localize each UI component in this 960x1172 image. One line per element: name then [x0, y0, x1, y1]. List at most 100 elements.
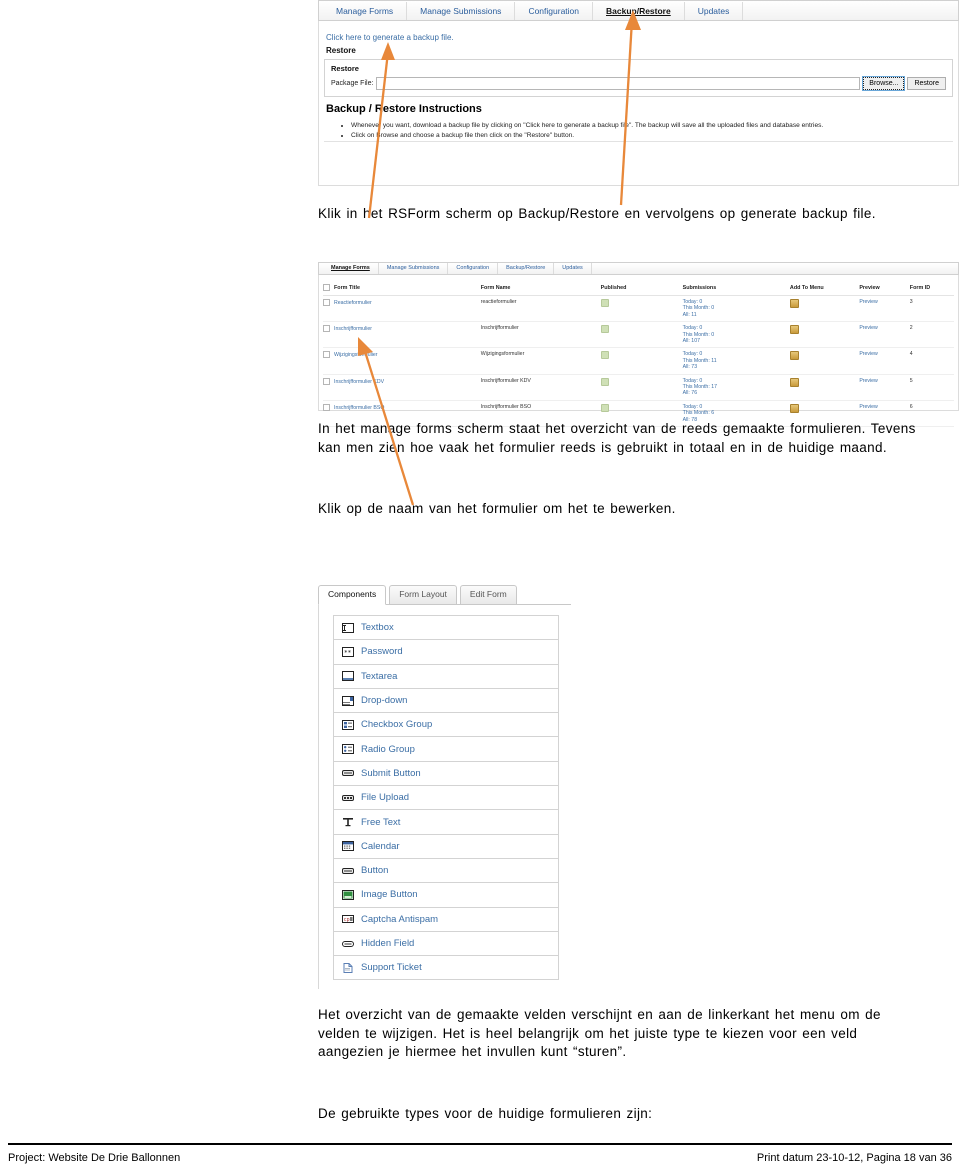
cell-add-to-menu[interactable] [789, 347, 860, 375]
row-checkbox[interactable] [323, 325, 330, 333]
component-item-hidden-field[interactable]: Hidden Field [334, 932, 558, 957]
component-item-password[interactable]: ** Password [334, 640, 558, 665]
row-checkbox[interactable] [323, 351, 330, 359]
add-to-menu-icon[interactable] [789, 403, 799, 413]
support-ticket-icon [343, 962, 353, 973]
component-item-dropdown[interactable]: Drop-down [334, 689, 558, 714]
tab-form-layout[interactable]: Form Layout [389, 585, 457, 604]
table-row[interactable]: Inschrijfformulier KDV Inschrijfformulie… [323, 374, 954, 401]
package-file-input[interactable] [376, 77, 861, 90]
tab-configuration[interactable]: Configuration [515, 1, 593, 20]
row-checkbox[interactable] [323, 299, 330, 306]
form-title-link[interactable]: Inschrijfformulier BSO [334, 405, 384, 411]
package-file-row: Package File: Browse... Restore [331, 76, 946, 91]
manage-forms-screenshot: Manage Forms Manage Submissions Configur… [318, 262, 959, 428]
tab-backup-restore[interactable]: Backup/Restore [498, 263, 555, 274]
paragraph-klik-naam: Klik op de naam van het formulier om het… [318, 501, 676, 516]
component-label: File Upload [361, 792, 410, 804]
cell-form-title[interactable]: Reactieformulier [323, 295, 481, 323]
component-item-textarea[interactable]: Textarea [334, 665, 558, 689]
component-label: Hidden Field [361, 938, 415, 949]
tab-manage-forms[interactable]: Manage Forms [323, 263, 379, 274]
component-label: Button [361, 865, 389, 877]
col-add-to-menu: Add To Menu [789, 280, 860, 296]
button-icon [342, 867, 354, 874]
add-to-menu-icon[interactable] [789, 299, 799, 308]
tab-edit-form[interactable]: Edit Form [459, 585, 517, 604]
add-to-menu-icon[interactable] [789, 351, 799, 361]
cell-form-title[interactable]: Wijzigingsformulier [323, 347, 481, 375]
document-page: Manage Forms Manage Submissions Configur… [0, 0, 960, 1172]
table-row[interactable]: Reactieformulier reactieformulier Today:… [323, 295, 954, 323]
cell-add-to-menu[interactable] [789, 295, 860, 323]
component-item-support-ticket[interactable]: Support Ticket [334, 956, 558, 981]
tab-manage-forms[interactable]: Manage Forms [323, 1, 408, 20]
component-item-captcha[interactable]: cp Captcha Antispam [334, 908, 558, 932]
add-to-menu-icon[interactable] [789, 377, 799, 387]
component-item-file-upload[interactable]: File Upload [334, 786, 558, 811]
component-item-free-text[interactable]: Free Text [334, 810, 558, 835]
manage-forms-body: Form Title Form Name Published Submissio… [318, 275, 959, 428]
form-title-link[interactable]: Inschrijfformulier KDV [334, 379, 384, 385]
row-checkbox[interactable] [323, 403, 330, 411]
published-icon [600, 377, 609, 386]
col-label: Form Title [334, 284, 360, 291]
tab-backup-restore[interactable]: Backup/Restore [593, 1, 685, 20]
cell-preview[interactable]: Preview [859, 295, 910, 323]
components-list-wrapper: Textbox ** Password Textarea Drop-down C… [318, 605, 571, 989]
generate-backup-link[interactable]: Click here to generate a backup file. [326, 33, 454, 42]
component-label: Textbox [361, 622, 394, 634]
cell-submissions: Today: 0 This Month: 0 All: 11 [682, 295, 790, 323]
cell-submissions: Today: 0 This Month: 11 All: 73 [682, 347, 790, 375]
form-title-link[interactable]: Reactieformulier [334, 300, 372, 306]
cell-preview[interactable]: Preview [859, 347, 910, 375]
component-item-submit-button[interactable]: Submit Button [334, 762, 558, 787]
component-item-button[interactable]: Button [334, 859, 558, 884]
component-item-calendar[interactable]: Calendar [334, 835, 558, 859]
cell-preview[interactable]: Preview [859, 321, 910, 349]
cell-add-to-menu[interactable] [789, 374, 860, 401]
tab-updates[interactable]: Updates [554, 263, 592, 274]
add-to-menu-icon[interactable] [789, 325, 799, 335]
cell-form-title[interactable]: Inschrijfformulier KDV [323, 374, 481, 401]
cell-published[interactable] [600, 347, 683, 375]
tab-manage-submissions[interactable]: Manage Submissions [407, 1, 516, 20]
row-checkbox[interactable] [323, 377, 330, 385]
cell-published[interactable] [600, 295, 683, 323]
browse-button[interactable]: Browse... [862, 76, 906, 91]
cell-published[interactable] [600, 321, 683, 349]
cell-preview[interactable]: Preview [859, 374, 910, 401]
radio-group-icon [342, 744, 354, 755]
component-item-image-button[interactable]: Image Button [334, 883, 558, 908]
cell-submissions: Today: 0 This Month: 0 All: 107 [682, 321, 790, 349]
tab-configuration[interactable]: Configuration [448, 263, 499, 274]
cell-form-title[interactable]: Inschrijfformulier [323, 321, 481, 349]
component-item-textbox[interactable]: Textbox [334, 616, 558, 641]
cell-form-id: 5 [909, 374, 954, 401]
tab-manage-submissions[interactable]: Manage Submissions [379, 263, 449, 274]
col-form-name: Form Name [480, 280, 601, 296]
component-label: Free Text [361, 816, 401, 828]
cell-form-id: 3 [909, 295, 954, 323]
submissions-all: All: 73 [682, 364, 698, 371]
tab-components[interactable]: Components [318, 585, 387, 605]
components-tabbar: Components Form Layout Edit Form [318, 583, 571, 605]
password-icon: ** [342, 646, 354, 657]
tab-updates[interactable]: Updates [685, 1, 744, 20]
select-all-checkbox[interactable] [323, 284, 330, 291]
component-item-radio-group[interactable]: Radio Group [334, 737, 558, 762]
dropdown-icon [342, 695, 354, 706]
table-row[interactable]: Wijzigingsformulier Wijzigingsformulier … [323, 347, 954, 375]
published-icon [600, 351, 609, 360]
restore-button[interactable]: Restore [907, 77, 946, 90]
component-item-checkbox-group[interactable]: Checkbox Group [334, 713, 558, 738]
table-row[interactable]: Inschrijfformulier Inschrijfformulier To… [323, 321, 954, 349]
cell-add-to-menu[interactable] [789, 321, 860, 349]
cell-form-name: Inschrijfformulier KDV [480, 374, 601, 401]
paragraph-gebruikte-types: De gebruikte types voor de huidige formu… [318, 1106, 653, 1121]
form-title-link[interactable]: Inschrijfformulier [334, 326, 372, 332]
component-label: Password [361, 646, 403, 658]
file-upload-icon [342, 794, 354, 801]
form-title-link[interactable]: Wijzigingsformulier [334, 352, 378, 358]
cell-published[interactable] [600, 374, 683, 401]
